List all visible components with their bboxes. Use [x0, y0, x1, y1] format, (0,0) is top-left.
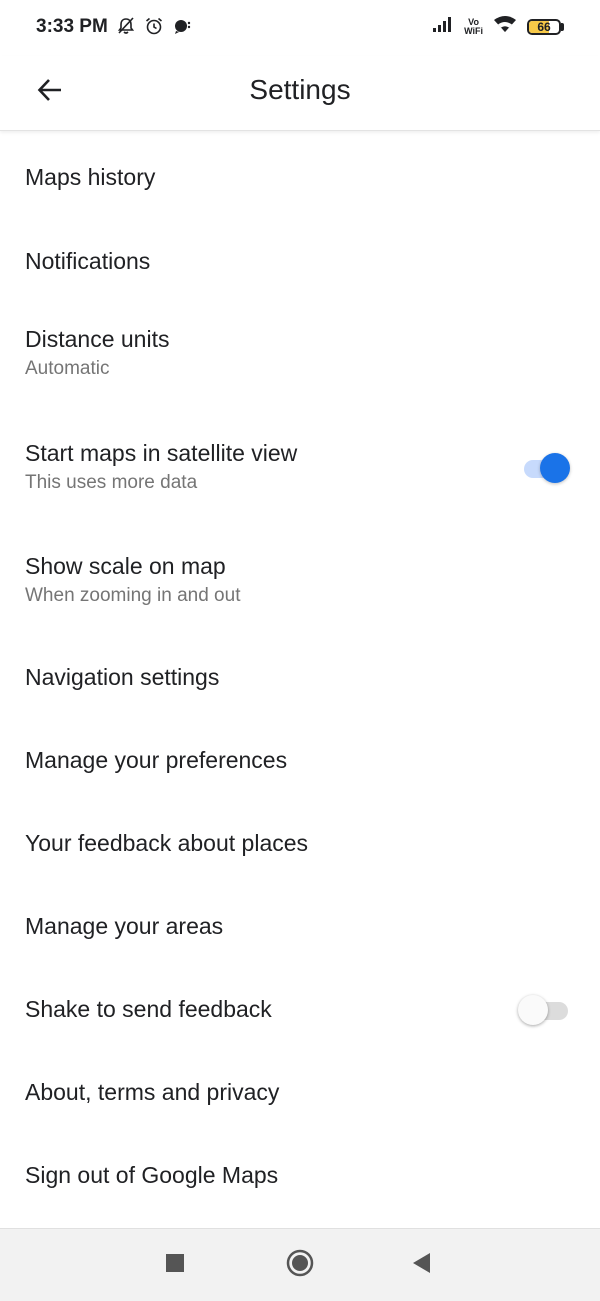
- settings-item-navigation-settings[interactable]: Navigation settings: [0, 635, 600, 718]
- settings-item-subtitle: This uses more data: [25, 471, 198, 493]
- circle-home-icon: [285, 1248, 315, 1283]
- settings-item-distance-units[interactable]: Distance units Automatic: [0, 298, 600, 408]
- settings-item-title: Shake to send feedback: [25, 995, 272, 1022]
- settings-item-shake-feedback[interactable]: Shake to send feedback: [0, 967, 600, 1050]
- settings-item-title: Notifications: [25, 247, 151, 274]
- battery-icon: 66: [527, 18, 561, 35]
- settings-item-show-scale[interactable]: Show scale on map When zooming in and ou…: [0, 525, 600, 635]
- satellite-view-toggle[interactable]: [522, 451, 570, 483]
- battery-cap: [561, 22, 564, 31]
- status-system-icons: Vo WiFi 66: [432, 15, 564, 38]
- settings-item-title: About, terms and privacy: [25, 1078, 280, 1105]
- settings-item-title: Maps history: [25, 164, 156, 190]
- home-button[interactable]: [282, 1247, 318, 1283]
- settings-item-title: Manage your areas: [25, 912, 224, 939]
- settings-item-title: Sign out of Google Maps: [25, 1161, 279, 1188]
- settings-item-title: Manage your preferences: [25, 746, 288, 773]
- settings-item-about-terms[interactable]: About, terms and privacy: [0, 1050, 600, 1133]
- settings-item-title: Navigation settings: [25, 663, 220, 690]
- alarm-clock-icon: [144, 16, 164, 41]
- settings-item-feedback-places[interactable]: Your feedback about places: [0, 801, 600, 884]
- vowifi-indicator: Vo WiFi: [464, 17, 483, 36]
- toggle-thumb: [540, 452, 570, 483]
- signal-strength-icon: [432, 15, 454, 38]
- settings-item-sign-out[interactable]: Sign out of Google Maps: [0, 1133, 600, 1216]
- page-title: Settings: [249, 74, 351, 105]
- settings-list: Maps history Notifications Distance unit…: [0, 131, 600, 1216]
- recents-button[interactable]: [157, 1247, 193, 1283]
- settings-item-subtitle: Automatic: [25, 358, 110, 379]
- vowifi-label-bottom: WiFi: [464, 25, 483, 36]
- settings-item-notifications[interactable]: Notifications: [0, 223, 600, 298]
- settings-item-manage-areas[interactable]: Manage your areas: [0, 884, 600, 967]
- settings-item-maps-history[interactable]: Maps history: [0, 131, 600, 223]
- settings-item-satellite-view[interactable]: Start maps in satellite view This uses m…: [0, 408, 600, 525]
- battery-indicator: 66: [527, 18, 564, 35]
- settings-item-title: Start maps in satellite view: [25, 439, 298, 466]
- bell-muted-icon: [116, 16, 136, 41]
- settings-item-manage-preferences[interactable]: Manage your preferences: [0, 718, 600, 801]
- app-bar: Settings: [0, 56, 600, 131]
- status-bar: 3:33 PM Vo WiFi 66: [0, 0, 600, 56]
- nav-back-button[interactable]: [404, 1247, 440, 1283]
- chat-bubble-icon: [172, 16, 192, 41]
- settings-item-title: Distance units: [25, 326, 170, 352]
- settings-item-title: Show scale on map: [25, 553, 226, 579]
- settings-item-subtitle: When zooming in and out: [25, 585, 241, 606]
- status-notification-icons: [116, 16, 192, 41]
- battery-label: 66: [537, 19, 551, 34]
- triangle-back-icon: [412, 1252, 432, 1279]
- settings-item-title: Your feedback about places: [25, 829, 309, 856]
- status-time: 3:33 PM: [36, 16, 108, 37]
- shake-feedback-toggle[interactable]: [518, 993, 570, 1025]
- toggle-thumb: [518, 994, 548, 1025]
- square-recents-icon: [165, 1253, 185, 1278]
- system-nav-bar: [0, 1228, 600, 1301]
- wifi-icon: [493, 15, 517, 38]
